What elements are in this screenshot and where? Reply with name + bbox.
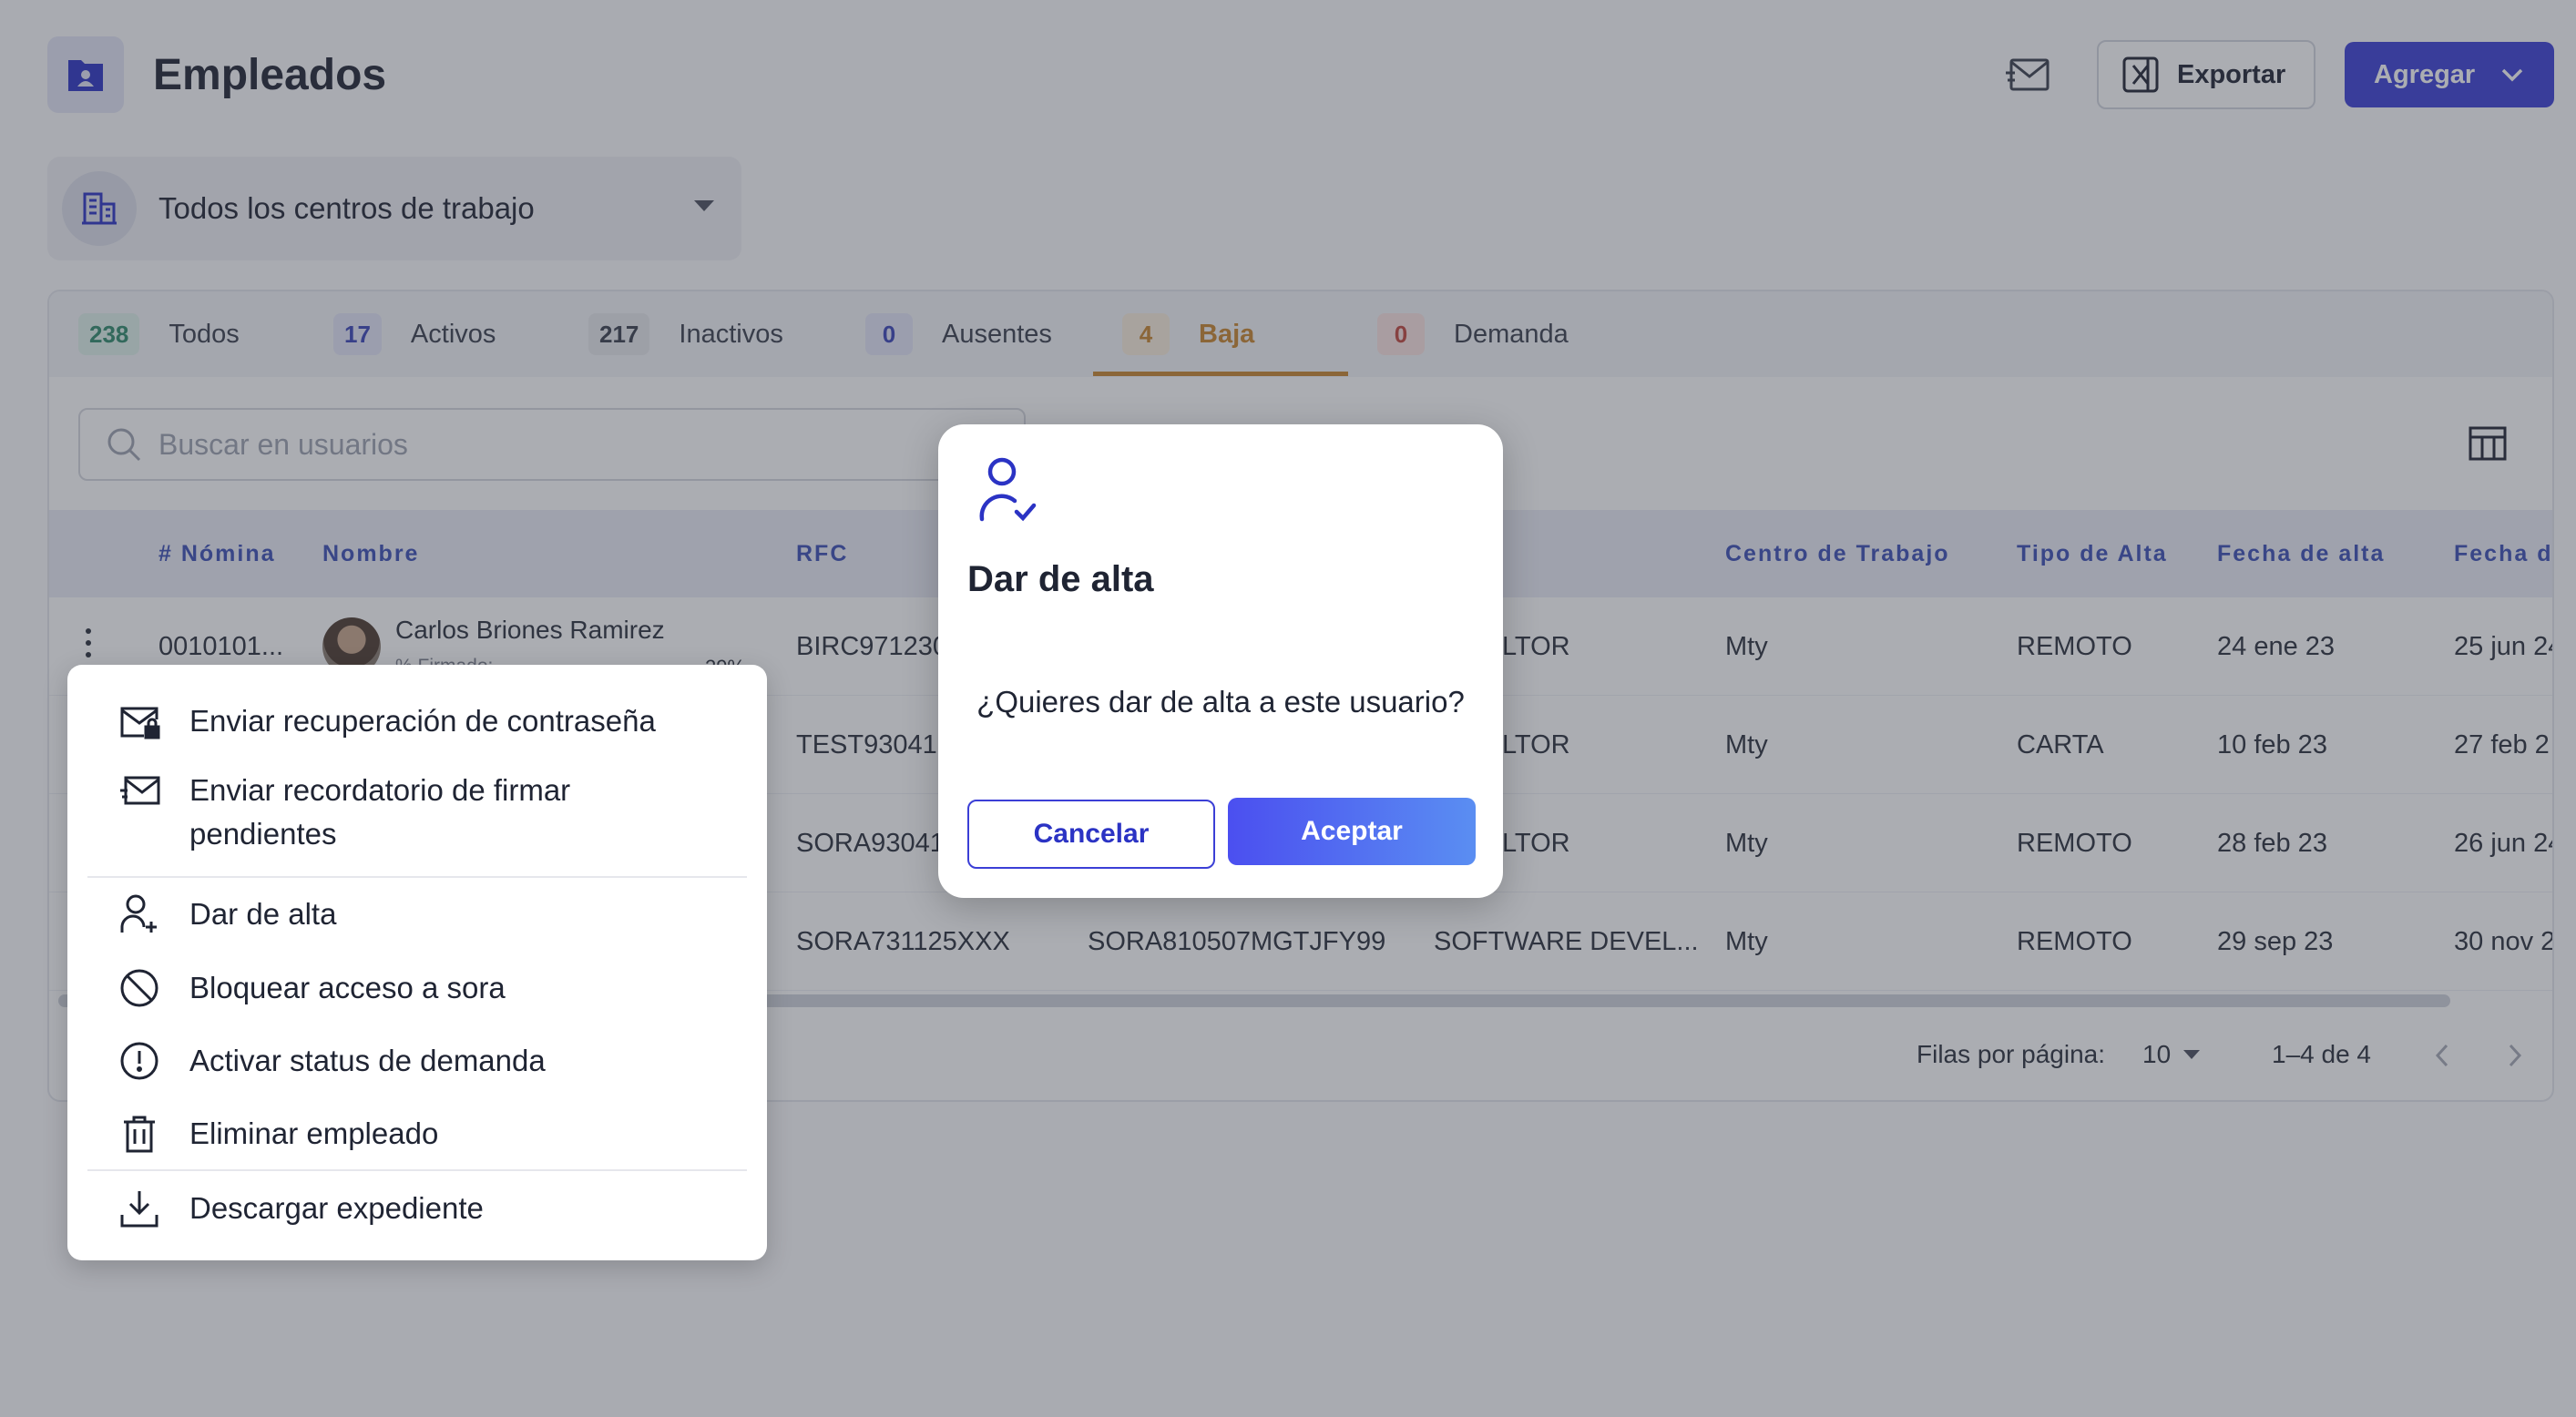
mail-send-icon [120,776,160,805]
menu-item-label: Eliminar empleado [189,1116,439,1150]
menu-item-delete-employee[interactable]: Eliminar empleado [118,1113,438,1155]
menu-divider [87,876,747,878]
menu-item-block-access[interactable]: Bloquear acceso a sora [118,967,506,1009]
menu-item-send-password-recovery[interactable]: Enviar recuperación de contraseña [118,701,656,741]
menu-item-send-signing-reminder[interactable]: Enviar recordatorio de firmar pendientes [118,772,663,856]
menu-item-label: Enviar recordatorio de firmar pendientes [189,773,571,851]
dialog-title: Dar de alta [967,559,1154,599]
user-add-icon [120,894,157,933]
menu-item-download-file[interactable]: Descargar expediente [118,1188,484,1229]
alert-circle-icon [120,1042,158,1080]
block-icon [120,969,158,1007]
user-check-icon [975,455,1038,531]
download-icon [120,1191,158,1228]
menu-item-label: Activar status de demanda [189,1044,546,1077]
menu-item-label: Dar de alta [189,897,337,931]
dialog-message: ¿Quieres dar de alta a este usuario? [976,685,1465,719]
menu-item-label: Bloquear acceso a sora [189,971,506,1004]
lock-mail-icon [120,707,160,739]
row-context-menu: Enviar recuperación de contraseña Enviar… [67,665,767,1260]
trash-icon [124,1116,155,1153]
menu-item-dar-de-alta[interactable]: Dar de alta [118,892,336,936]
menu-divider [87,1169,747,1171]
menu-item-label: Enviar recuperación de contraseña [189,704,656,738]
accept-button[interactable]: Aceptar [1228,798,1476,865]
confirm-dialog: Dar de alta ¿Quieres dar de alta a este … [938,424,1503,898]
menu-item-label: Descargar expediente [189,1191,484,1225]
menu-item-activate-demand[interactable]: Activar status de demanda [118,1040,546,1082]
cancel-button[interactable]: Cancelar [967,800,1215,869]
